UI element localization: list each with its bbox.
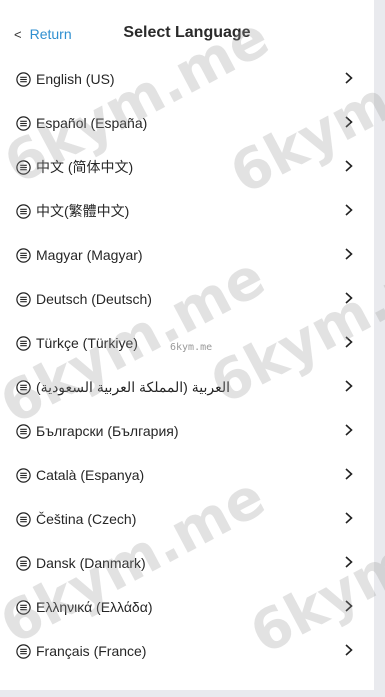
language-label: Türkçe (Türkiye) — [36, 335, 138, 351]
list-lines-icon — [16, 511, 31, 527]
chevron-right-icon — [344, 203, 354, 217]
language-item[interactable]: English (US) — [0, 57, 374, 101]
language-item[interactable]: Español (España) — [0, 101, 374, 145]
list-lines-icon — [16, 467, 31, 483]
language-item[interactable]: Català (Espanya) — [0, 453, 374, 497]
chevron-right-icon — [344, 335, 354, 349]
language-label: Català (Espanya) — [36, 467, 145, 483]
list-lines-icon — [16, 643, 31, 659]
chevron-right-icon — [344, 423, 354, 437]
chevron-right-icon — [344, 247, 354, 261]
language-panel: < Return Select Language English (US) Esp… — [0, 0, 374, 690]
list-lines-icon — [16, 247, 31, 263]
language-label: English (US) — [36, 71, 115, 87]
language-label: 中文 (简体中文) — [36, 159, 134, 175]
list-lines-icon — [16, 203, 31, 219]
language-item[interactable]: 中文(繁體中文) — [0, 189, 374, 233]
language-label: العربية (المملكة العربية السعودية) — [36, 378, 230, 395]
language-label: Dansk (Danmark) — [36, 555, 146, 571]
chevron-right-icon — [344, 555, 354, 569]
list-lines-icon — [16, 423, 31, 439]
list-lines-icon — [16, 71, 31, 87]
list-lines-icon — [16, 379, 31, 395]
list-lines-icon — [16, 599, 31, 615]
list-lines-icon — [16, 159, 31, 175]
page-title: Select Language — [123, 24, 251, 41]
language-item[interactable]: العربية (المملكة العربية السعودية) — [0, 365, 374, 409]
language-item[interactable]: Български (България) — [0, 409, 374, 453]
language-list: English (US) Español (España) 中文 (简体中文) 中文(… — [0, 57, 374, 673]
screen: < Return Select Language English (US) Esp… — [0, 0, 385, 697]
chevron-right-icon — [344, 467, 354, 481]
chevron-right-icon — [344, 159, 354, 173]
list-lines-icon — [16, 115, 31, 131]
language-label: Български (България) — [36, 423, 179, 439]
language-item[interactable]: Türkçe (Türkiye) — [0, 321, 374, 365]
chevron-right-icon — [344, 379, 354, 393]
list-lines-icon — [16, 555, 31, 571]
language-label: Español (España) — [36, 115, 148, 131]
header: < Return Select Language — [0, 0, 374, 58]
language-label: Čeština (Czech) — [36, 511, 137, 527]
language-item[interactable]: Magyar (Magyar) — [0, 233, 374, 277]
chevron-right-icon — [344, 291, 354, 305]
language-item[interactable]: Ελληνικά (Ελλάδα) — [0, 585, 374, 629]
chevron-right-icon — [344, 71, 354, 85]
language-item[interactable]: Dansk (Danmark) — [0, 541, 374, 585]
language-label: 中文(繁體中文) — [36, 203, 130, 219]
language-item[interactable]: Čeština (Czech) — [0, 497, 374, 541]
chevron-right-icon — [344, 511, 354, 525]
chevron-right-icon — [344, 599, 354, 613]
language-label: Magyar (Magyar) — [36, 247, 143, 263]
language-label: Ελληνικά (Ελλάδα) — [36, 599, 153, 615]
language-label: Français (France) — [36, 643, 147, 659]
chevron-right-icon — [344, 643, 354, 657]
language-item[interactable]: Deutsch (Deutsch) — [0, 277, 374, 321]
language-item[interactable]: 中文 (简体中文) — [0, 145, 374, 189]
list-lines-icon — [16, 291, 31, 307]
chevron-right-icon — [344, 115, 354, 129]
language-label: Deutsch (Deutsch) — [36, 291, 152, 307]
language-item[interactable]: Français (France) — [0, 629, 374, 673]
list-lines-icon — [16, 335, 31, 351]
